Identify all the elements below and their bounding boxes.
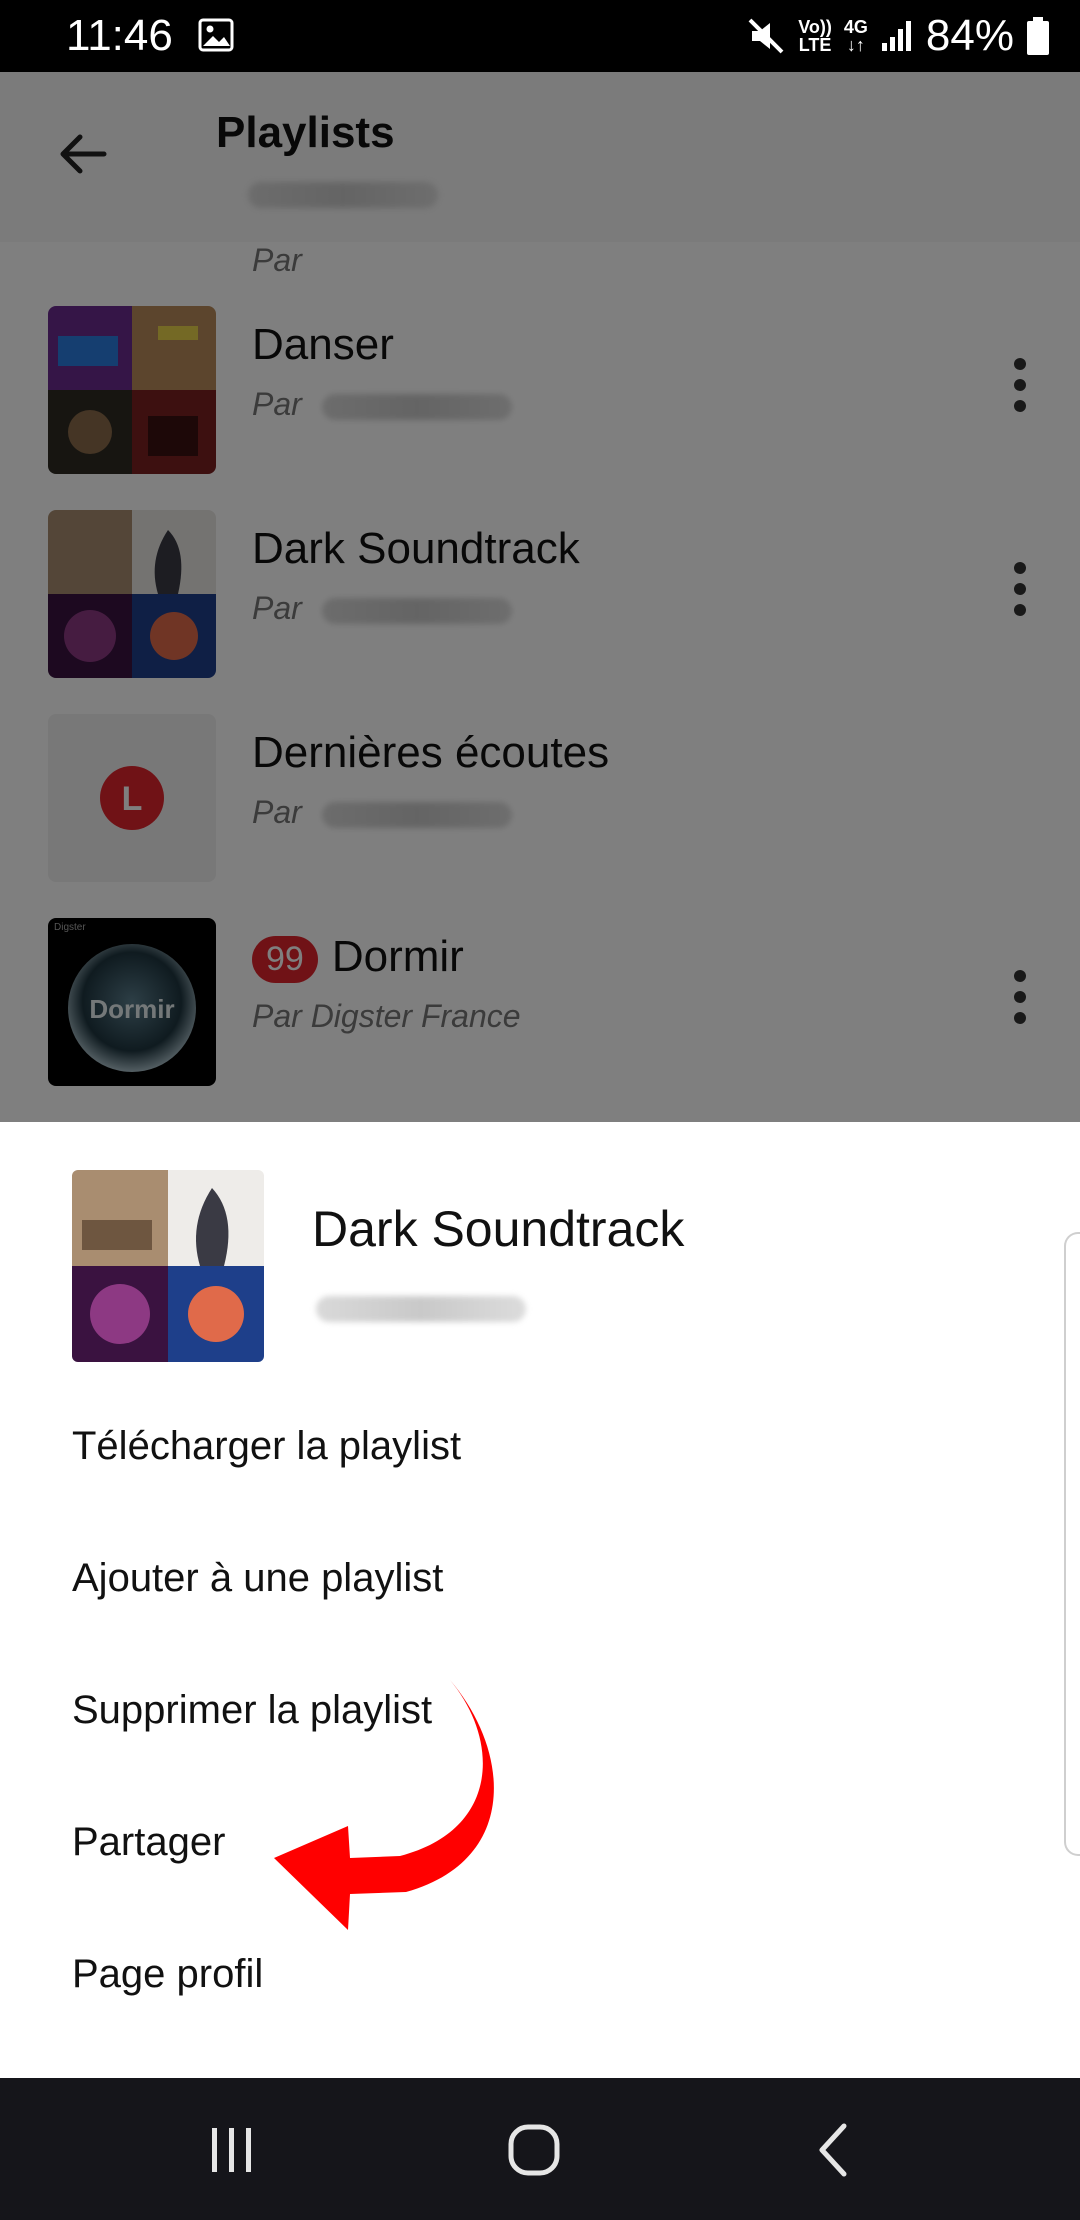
mute-icon: [748, 18, 784, 54]
status-time: 11:46: [66, 11, 173, 60]
navigation-bar: [0, 2078, 1080, 2220]
home-icon[interactable]: [502, 2118, 566, 2182]
battery-percent: 84%: [925, 11, 1014, 60]
battery-icon: [1027, 17, 1049, 55]
scrim-overlay[interactable]: [0, 72, 1080, 1122]
back-icon[interactable]: [804, 2118, 868, 2182]
menu-item-add-to-playlist[interactable]: Ajouter à une playlist: [72, 1556, 443, 1601]
owner-redacted: [316, 1296, 526, 1322]
status-right: Vo)) LTE 4G ↓↑ 84%: [746, 10, 1050, 62]
menu-item-profile[interactable]: Page profil: [72, 1952, 263, 1997]
curved-arrow-icon: [274, 1680, 494, 1930]
bottom-sheet: Dark Soundtrack Télécharger la playlist …: [0, 1122, 1080, 2078]
volte-icon: Vo)) LTE: [798, 17, 832, 55]
status-bar: 11:46 Vo)) LTE 4G ↓↑ 84%: [0, 0, 1080, 72]
menu-item-share[interactable]: Partager: [72, 1820, 225, 1865]
scroll-indicator: [1064, 1232, 1080, 1856]
playlist-cover: [72, 1170, 264, 1362]
4g-icon: 4G ↓↑: [843, 17, 868, 55]
menu-item-download[interactable]: Télécharger la playlist: [72, 1424, 461, 1469]
image-icon: [198, 18, 234, 52]
signal-icon: [881, 21, 911, 51]
sheet-title: Dark Soundtrack: [312, 1201, 685, 1257]
recents-icon[interactable]: [200, 2118, 264, 2182]
